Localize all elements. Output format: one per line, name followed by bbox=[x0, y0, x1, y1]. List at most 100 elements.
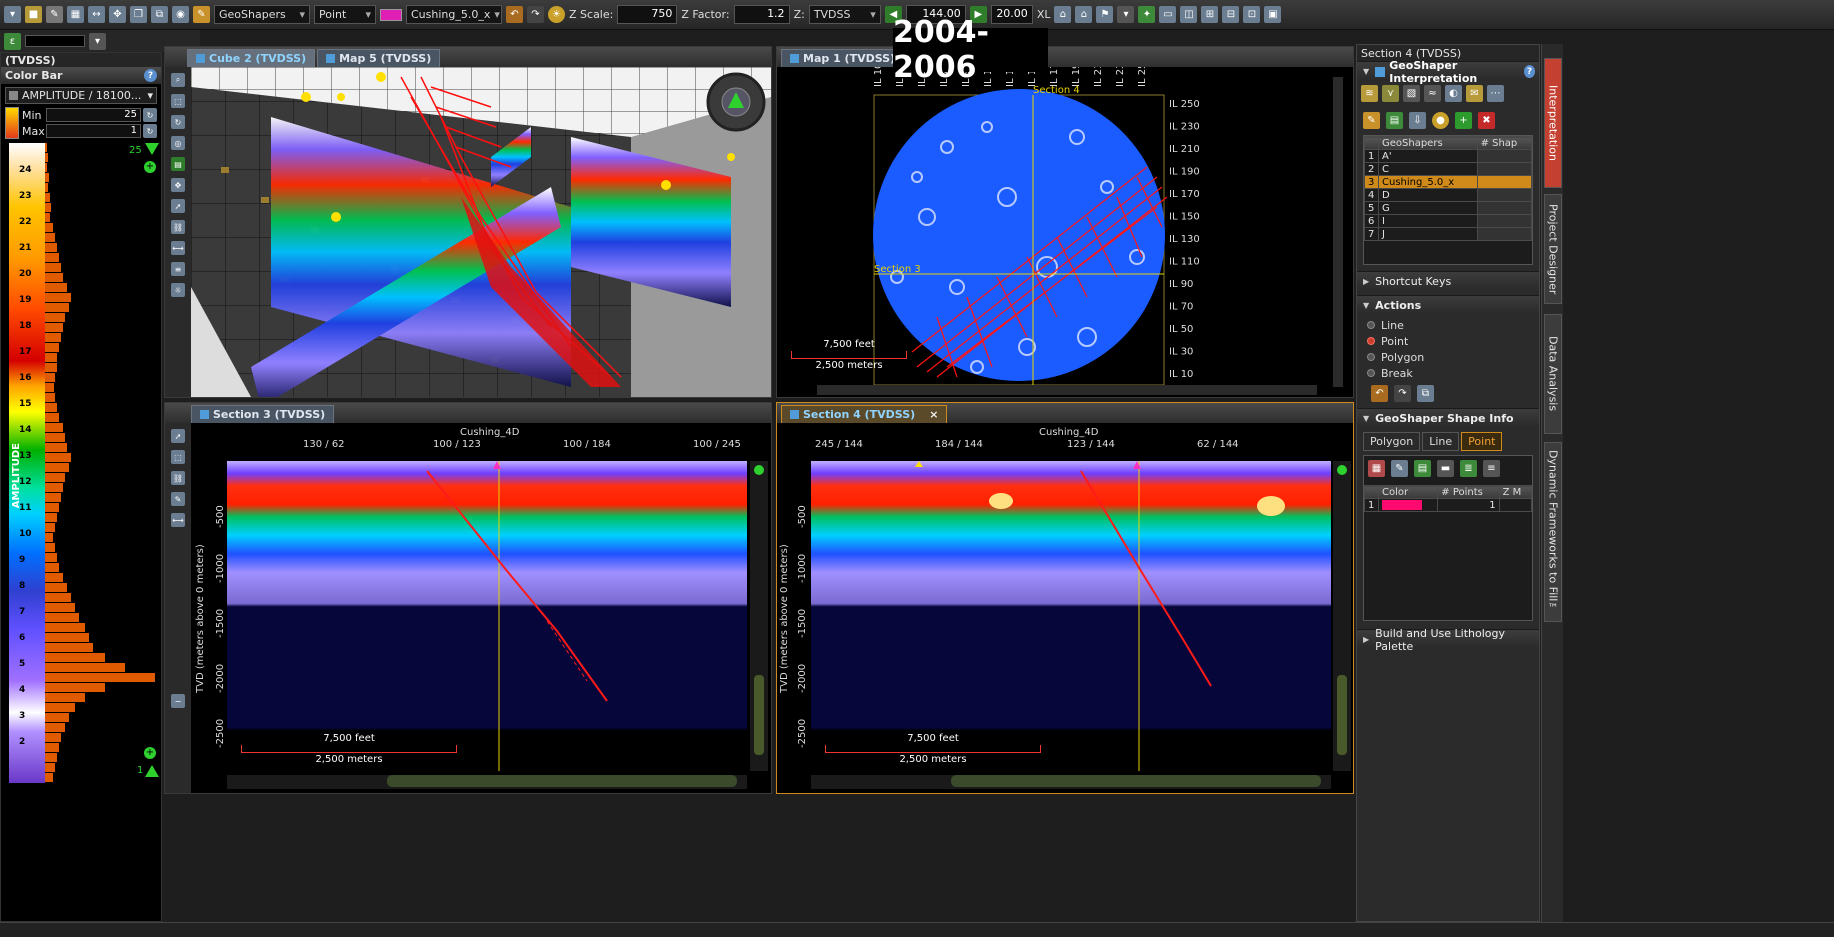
layout-5-icon[interactable]: ⊡ bbox=[1243, 6, 1261, 23]
shape-tool-5-icon[interactable]: ≣ bbox=[1460, 460, 1477, 477]
link-icon[interactable]: ⛓ bbox=[171, 220, 185, 234]
section-3-canvas[interactable] bbox=[227, 461, 747, 771]
redo-icon[interactable]: ↷ bbox=[527, 6, 544, 23]
interp-tool-3-icon[interactable]: ▧ bbox=[1403, 85, 1420, 102]
interp-tool-4-icon[interactable]: ≈ bbox=[1424, 85, 1441, 102]
shape-tool-4-icon[interactable]: ▬ bbox=[1437, 460, 1454, 477]
tab-section-4[interactable]: Section 4 (TVDSS) × bbox=[781, 405, 948, 423]
shape-tool-3-icon[interactable]: ▤ bbox=[1414, 460, 1431, 477]
tab-cube-2[interactable]: Cube 2 (TVDSS) bbox=[187, 49, 316, 67]
layers-icon[interactable]: ≡ bbox=[171, 262, 185, 276]
attribute-select[interactable]: AMPLITUDE / 18100... ▾ bbox=[5, 87, 157, 104]
action-copy-icon[interactable]: ⧉ bbox=[1417, 385, 1434, 402]
colormap-swatch-icon[interactable] bbox=[5, 107, 19, 139]
move-icon[interactable]: ✥ bbox=[171, 178, 185, 192]
shape-tab[interactable]: Point bbox=[1461, 432, 1503, 451]
geoshaper-row[interactable]: 6I bbox=[1364, 214, 1532, 228]
interp-tool-2-icon[interactable]: ⋎ bbox=[1382, 85, 1399, 102]
shape-tab[interactable]: Line bbox=[1422, 432, 1460, 451]
z-factor-input[interactable]: 1.2 bbox=[733, 5, 790, 24]
rotate-icon[interactable]: ↻ bbox=[171, 115, 185, 129]
shape-color-swatch[interactable] bbox=[1382, 500, 1422, 510]
geoshaper-delete-icon[interactable]: ✖ bbox=[1478, 112, 1495, 129]
geoshaper-row[interactable]: 7J bbox=[1364, 227, 1532, 241]
section-4-vscroll[interactable] bbox=[1333, 461, 1351, 771]
min-input[interactable]: 25 bbox=[46, 108, 141, 122]
shape-tool-6-icon[interactable]: ≡ bbox=[1483, 460, 1500, 477]
geoshaper-new-icon[interactable]: ✎ bbox=[1363, 112, 1380, 129]
undo-icon[interactable]: ↶ bbox=[506, 6, 523, 23]
draw-icon[interactable]: ✎ bbox=[46, 6, 63, 23]
actions-section[interactable]: ▼ Actions bbox=[1357, 295, 1539, 315]
active-object-select[interactable]: Cushing_5.0_x bbox=[406, 5, 502, 24]
action-item[interactable]: Point bbox=[1357, 333, 1539, 349]
interp-tool-7-icon[interactable]: ⋯ bbox=[1487, 85, 1504, 102]
secondary-menu-icon[interactable]: ▾ bbox=[89, 32, 106, 50]
layout-3-icon[interactable]: ⊞ bbox=[1201, 6, 1219, 23]
col-geoshapers[interactable]: GeoShapers bbox=[1378, 136, 1478, 150]
shortcut-keys-section[interactable]: ▶ Shortcut Keys bbox=[1357, 271, 1539, 291]
layout-6-icon[interactable]: ▣ bbox=[1264, 6, 1282, 23]
section-3-vscroll[interactable] bbox=[750, 461, 768, 771]
tab-section-3[interactable]: Section 3 (TVDSS) bbox=[191, 405, 335, 423]
col-color[interactable]: Color bbox=[1377, 485, 1439, 499]
help-icon[interactable]: ? bbox=[144, 69, 157, 82]
layout-1-icon[interactable]: ▭ bbox=[1159, 6, 1177, 23]
tab-map-5[interactable]: Map 5 (TVDSS) bbox=[317, 49, 441, 67]
section-link-icon[interactable]: ⛓ bbox=[171, 471, 185, 485]
shape-tab[interactable]: Polygon bbox=[1363, 432, 1421, 451]
max-input[interactable]: 1 bbox=[46, 124, 141, 138]
menu-icon[interactable]: ▾ bbox=[4, 6, 21, 23]
geoshaper-row[interactable]: 5G bbox=[1364, 201, 1532, 215]
geoshaper-row[interactable]: 4D bbox=[1364, 188, 1532, 202]
camera-icon[interactable]: ◉ bbox=[172, 6, 189, 23]
wand-icon[interactable]: ✦ bbox=[1138, 6, 1156, 23]
action-item[interactable]: Line bbox=[1357, 317, 1539, 333]
shape-row[interactable]: 1 1 bbox=[1364, 498, 1533, 512]
zoom-icon[interactable]: ⌕ bbox=[171, 73, 185, 87]
action-item[interactable]: Break bbox=[1357, 365, 1539, 381]
interp-tool-1-icon[interactable]: ≋ bbox=[1361, 85, 1378, 102]
shape-tool-1-icon[interactable]: ▦ bbox=[1368, 460, 1385, 477]
geoshaper-row[interactable]: 3 Cushing_5.0_x bbox=[1364, 175, 1532, 189]
windows-icon[interactable]: ❐ bbox=[130, 6, 147, 23]
section-4-hscroll[interactable] bbox=[811, 775, 1331, 789]
cube-3d-scene[interactable] bbox=[191, 67, 771, 397]
z-scale-input[interactable]: 750 bbox=[617, 5, 678, 24]
vertical-tab[interactable]: Data Analysis bbox=[1544, 314, 1562, 434]
section-draw-icon[interactable]: ✎ bbox=[171, 492, 185, 506]
interp-tool-5-icon[interactable]: ◐ bbox=[1445, 85, 1462, 102]
copy-icon[interactable]: ⧉ bbox=[151, 6, 168, 23]
col-shapes[interactable]: # Shap bbox=[1476, 136, 1532, 150]
section-measure-icon[interactable]: ⟷ bbox=[171, 513, 185, 527]
add-min-icon[interactable]: + bbox=[144, 747, 156, 759]
home-alt-icon[interactable]: ⌂ bbox=[1075, 6, 1093, 23]
section-zoom-out-icon[interactable]: − bbox=[171, 694, 185, 708]
min-refresh-icon[interactable]: ↻ bbox=[143, 108, 157, 122]
save-icon[interactable]: ■ bbox=[25, 6, 42, 23]
pan-icon[interactable]: ✥ bbox=[109, 6, 126, 23]
sun-icon[interactable]: ☀ bbox=[548, 6, 565, 23]
action-redo-icon[interactable]: ↷ bbox=[1394, 385, 1411, 402]
section-3-hscroll[interactable] bbox=[227, 775, 747, 789]
shape-tool-2-icon[interactable]: ✎ bbox=[1391, 460, 1408, 477]
tab-map-1[interactable]: Map 1 (TVDSS) bbox=[781, 49, 905, 67]
action-undo-icon[interactable]: ↶ bbox=[1371, 385, 1388, 402]
geoshaper-color-icon[interactable]: ● bbox=[1432, 112, 1449, 129]
col-points[interactable]: # Points bbox=[1437, 485, 1500, 499]
layout-4-icon[interactable]: ⊟ bbox=[1222, 6, 1240, 23]
geoshaper-import-icon[interactable]: ⇩ bbox=[1409, 112, 1426, 129]
shape-info-section[interactable]: ▼ GeoShaper Shape Info bbox=[1357, 408, 1539, 428]
action-radio[interactable] bbox=[1367, 321, 1375, 329]
bookmark-menu-icon[interactable]: ▾ bbox=[1117, 6, 1135, 23]
pointer-icon[interactable]: ➚ bbox=[171, 199, 185, 213]
lithology-section[interactable]: ▶ Build and Use Lithology Palette bbox=[1357, 627, 1539, 653]
home-icon[interactable]: ⌂ bbox=[1054, 6, 1072, 23]
max-refresh-icon[interactable]: ↻ bbox=[143, 124, 157, 138]
geoshaper-row[interactable]: 1 A' bbox=[1364, 149, 1532, 163]
min-marker-icon[interactable] bbox=[145, 765, 159, 777]
grid-icon[interactable]: ▦ bbox=[67, 6, 84, 23]
z-domain-select[interactable]: TVDSS bbox=[808, 5, 881, 24]
action-radio[interactable] bbox=[1367, 337, 1375, 345]
active-color-swatch[interactable] bbox=[380, 8, 402, 21]
